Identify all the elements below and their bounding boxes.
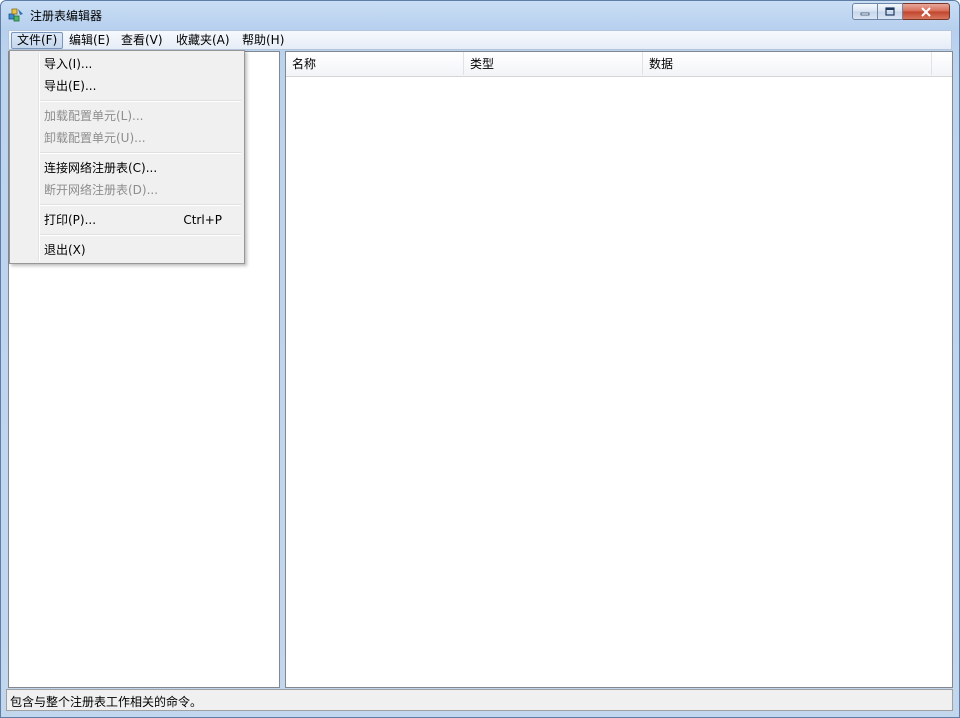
menu-file[interactable]: 文件(F) — [11, 32, 64, 49]
menu-help[interactable]: 帮助(H) — [237, 32, 289, 49]
menu-item-shortcut: Ctrl+P — [183, 213, 222, 227]
menu-item-label: 连接网络注册表(C)... — [44, 161, 158, 175]
menu-separator — [40, 204, 241, 206]
column-header-data[interactable]: 数据 — [643, 52, 932, 75]
menu-separator — [40, 100, 241, 102]
registry-app-icon — [8, 7, 24, 23]
menu-item-exit[interactable]: 退出(X) — [12, 240, 242, 260]
status-text: 包含与整个注册表工作相关的命令。 — [10, 695, 203, 709]
maximize-button[interactable] — [878, 3, 903, 20]
status-bar: 包含与整个注册表工作相关的命令。 — [6, 689, 953, 711]
menu-item-export[interactable]: 导出(E)... — [12, 76, 242, 96]
maximize-icon — [885, 6, 895, 16]
menu-item-label: 导出(E)... — [44, 79, 97, 93]
menu-item-disconnect-network-registry[interactable]: 断开网络注册表(D)... — [12, 180, 242, 200]
values-list-pane[interactable]: 名称 类型 数据 — [285, 51, 953, 688]
file-menu-dropdown: 导入(I)... 导出(E)... 加载配置单元(L)... 卸载配置单元(U)… — [9, 50, 245, 264]
title-bar[interactable]: 注册表编辑器 — [1, 1, 959, 29]
menu-item-label: 卸载配置单元(U)... — [44, 131, 146, 145]
menu-separator — [40, 234, 241, 236]
menu-item-import[interactable]: 导入(I)... — [12, 54, 242, 74]
menu-view[interactable]: 查看(V) — [116, 32, 168, 49]
menu-item-load-hive[interactable]: 加载配置单元(L)... — [12, 106, 242, 126]
minimize-icon — [860, 12, 870, 15]
menu-item-label: 加载配置单元(L)... — [44, 109, 144, 123]
menu-edit[interactable]: 编辑(E) — [64, 32, 115, 49]
menu-item-label: 打印(P)... — [44, 213, 97, 227]
column-header-type[interactable]: 类型 — [464, 52, 643, 75]
menu-item-print[interactable]: 打印(P)... Ctrl+P — [12, 210, 242, 230]
menu-bar: 文件(F) 编辑(E) 查看(V) 收藏夹(A) 帮助(H) — [8, 30, 952, 50]
close-icon — [921, 6, 931, 17]
menu-item-unload-hive[interactable]: 卸载配置单元(U)... — [12, 128, 242, 148]
menu-item-connect-network-registry[interactable]: 连接网络注册表(C)... — [12, 158, 242, 178]
menu-item-label: 断开网络注册表(D)... — [44, 183, 159, 197]
menu-item-label: 导入(I)... — [44, 57, 93, 71]
list-header: 名称 类型 数据 — [286, 52, 952, 77]
minimize-button[interactable] — [852, 3, 878, 20]
menu-favorites[interactable]: 收藏夹(A) — [171, 32, 235, 49]
column-header-name[interactable]: 名称 — [286, 52, 464, 75]
close-button[interactable] — [903, 3, 950, 20]
menu-item-label: 退出(X) — [44, 243, 86, 257]
window-title: 注册表编辑器 — [30, 9, 103, 23]
menu-separator — [40, 152, 241, 154]
registry-editor-window: 注册表编辑器 文件(F) 编辑(E) 查看(V) 收藏夹(A) 帮助(H) 名称 — [0, 0, 960, 718]
